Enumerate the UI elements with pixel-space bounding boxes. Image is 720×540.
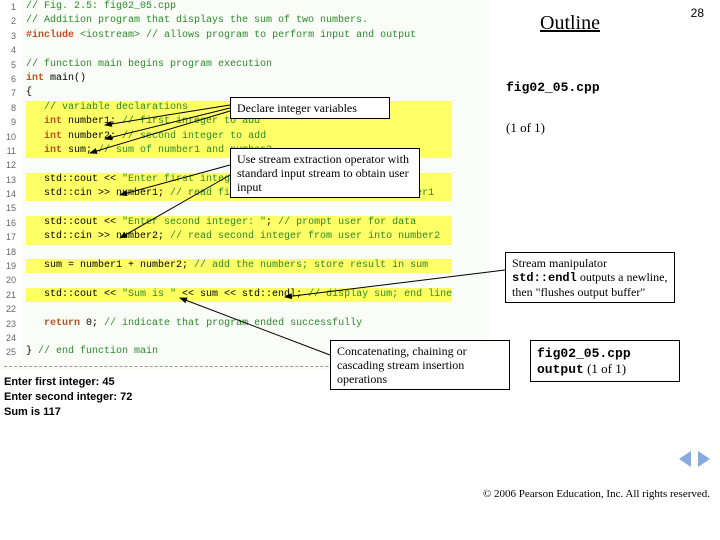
sidebar-pager: (1 of 1) — [506, 120, 545, 136]
callout-declare: Declare integer variables — [230, 97, 390, 119]
sidebox-output: fig02_05.cpp output (1 of 1) — [530, 340, 680, 382]
code-line: sum = number1 + number2; // add the numb… — [26, 259, 452, 273]
callout-endl: Stream manipulator std::endl outputs a n… — [505, 252, 675, 303]
nav-buttons — [679, 451, 710, 470]
code-line — [26, 201, 452, 215]
code-line: // Addition program that displays the su… — [26, 14, 452, 28]
code-line: int number2; // second integer to add — [26, 130, 452, 144]
code-line — [26, 302, 452, 316]
code-line: // Fig. 2.5: fig02_05.cpp — [26, 0, 452, 14]
copyright: © 2006 Pearson Education, Inc. All right… — [483, 488, 710, 500]
callout-concat: Concatenating, chaining or cascading str… — [330, 340, 510, 390]
code-line: #include <iostream> // allows program to… — [26, 29, 452, 43]
code-line: return 0; // indicate that program ended… — [26, 317, 452, 331]
code-line: std::cout << "Enter second integer: "; /… — [26, 216, 452, 230]
code-line: // function main begins program executio… — [26, 58, 452, 72]
outline-heading: Outline — [540, 12, 600, 35]
next-button[interactable] — [698, 451, 710, 467]
callout-text: Declare integer variables — [237, 101, 357, 115]
code-line — [26, 273, 452, 287]
code-line: std::cout << "Sum is " << sum << std::en… — [26, 288, 452, 302]
output-line: Sum is 117 — [4, 405, 132, 420]
sidebar-filename: fig02_05.cpp — [506, 80, 600, 95]
sidebox-output-label: output — [537, 362, 584, 377]
code-line: std::cin >> number2; // read second inte… — [26, 230, 452, 244]
callout-text: Stream manipulator — [512, 256, 607, 270]
prev-button[interactable] — [679, 451, 691, 467]
sidebox-pager: (1 of 1) — [584, 361, 626, 376]
callout-text: Use stream extraction operator with stan… — [237, 152, 409, 194]
code-line — [26, 43, 452, 57]
code-line: int main() — [26, 72, 452, 86]
callout-text: Concatenating, chaining or cascading str… — [337, 344, 467, 386]
line-numbers: 12345 678910 1112131415 1617181920 21222… — [0, 0, 22, 360]
output-line: Enter first integer: 45 — [4, 375, 132, 390]
callout-code: std::endl — [512, 271, 577, 285]
callout-stream-input: Use stream extraction operator with stan… — [230, 148, 420, 198]
page-number: 28 — [691, 6, 704, 20]
sidebox-file: fig02_05.cpp — [537, 346, 631, 361]
code-line — [26, 245, 452, 259]
output-line: Enter second integer: 72 — [4, 390, 132, 405]
program-output: Enter first integer: 45 Enter second int… — [4, 375, 132, 420]
